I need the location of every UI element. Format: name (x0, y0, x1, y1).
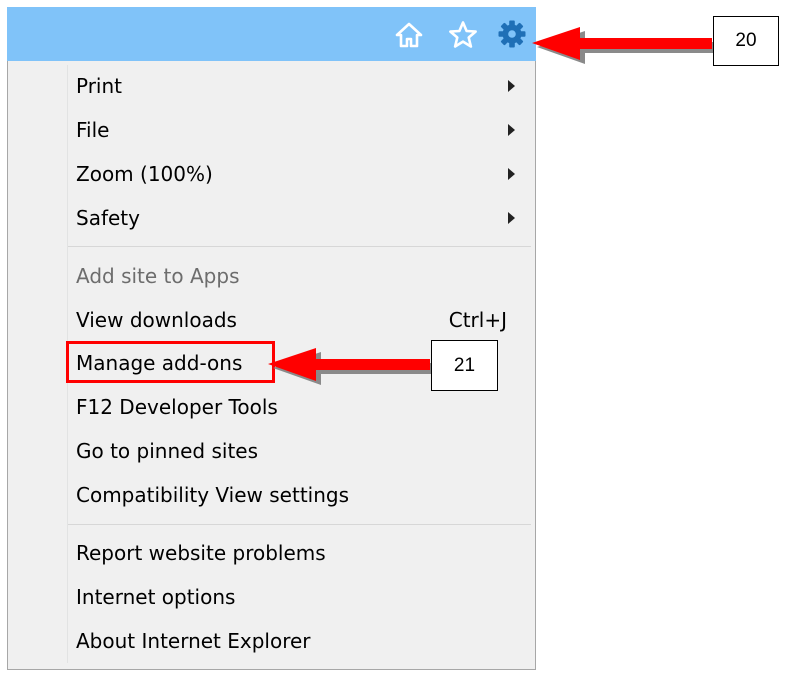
menu-item-label: About Internet Explorer (76, 629, 311, 653)
home-icon[interactable] (394, 20, 424, 50)
menu-item-label: Safety (76, 206, 140, 230)
menu-item-safety[interactable]: Safety (76, 199, 521, 237)
submenu-arrow-icon (508, 212, 515, 224)
menu-item-label: Report website problems (76, 541, 326, 565)
menu-item-shortcut: Ctrl+J (448, 308, 507, 332)
menu-item-compatibility-view-settings[interactable]: Compatibility View settings (76, 476, 521, 514)
submenu-arrow-icon (508, 80, 515, 92)
submenu-arrow-icon (508, 168, 515, 180)
menu-item-f12-developer-tools[interactable]: F12 Developer Tools (76, 388, 521, 426)
manage-add-ons-highlight (66, 341, 275, 383)
menu-item-label: File (76, 118, 110, 142)
menu-item-label: Internet options (76, 585, 236, 609)
menu-item-label: View downloads (76, 308, 237, 332)
menu-item-label: F12 Developer Tools (76, 395, 278, 419)
menu-item-label: Add site to Apps (76, 264, 240, 288)
menu-item-file[interactable]: File (76, 111, 521, 149)
menu-item-zoom[interactable]: Zoom (100%) (76, 155, 521, 193)
menu-item-go-to-pinned-sites[interactable]: Go to pinned sites (76, 432, 521, 470)
menu-item-label: Compatibility View settings (76, 483, 350, 507)
browser-toolbar (7, 7, 536, 61)
gear-icon[interactable] (497, 19, 527, 49)
menu-item-label: Go to pinned sites (76, 439, 259, 463)
arrow-20-icon (526, 23, 716, 69)
menu-item-about-internet-explorer[interactable]: About Internet Explorer (76, 622, 521, 660)
screenshot-stage: Print File Zoom (100%) Safety Add site t… (0, 0, 785, 677)
menu-item-report-website-problems[interactable]: Report website problems (76, 534, 521, 572)
menu-separator (68, 524, 531, 525)
menu-item-add-site-to-apps: Add site to Apps (76, 257, 521, 295)
step-callout-20: 20 (713, 16, 779, 66)
star-icon[interactable] (448, 20, 478, 50)
menu-item-internet-options[interactable]: Internet options (76, 578, 521, 616)
menu-separator (68, 246, 531, 247)
submenu-arrow-icon (508, 124, 515, 136)
menu-item-label: Print (76, 74, 123, 98)
menu-item-label: Zoom (100%) (76, 162, 213, 186)
menu-item-print[interactable]: Print (76, 67, 521, 105)
step-callout-21: 21 (431, 340, 498, 391)
arrow-21-icon (262, 344, 434, 390)
menu-item-view-downloads[interactable]: View downloads Ctrl+J (76, 301, 521, 339)
